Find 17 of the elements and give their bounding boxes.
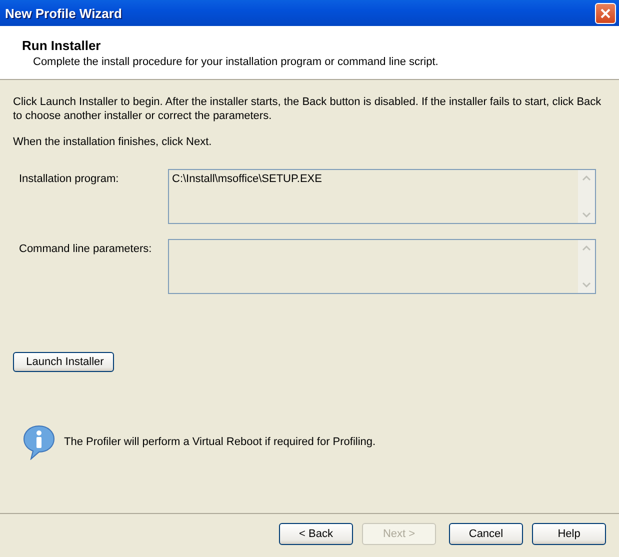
close-icon xyxy=(600,8,611,18)
dialog-button[interactable]: Cancel xyxy=(449,522,523,544)
dialog-button[interactable]: < Back xyxy=(279,522,353,544)
close-button[interactable] xyxy=(595,2,616,24)
field-label: Installation program: xyxy=(19,172,120,187)
dialog-button[interactable]: Help xyxy=(532,522,606,544)
info-text: The Profiler will perform a Virtual Reboot if required for Profiling. xyxy=(64,436,376,448)
window-title: New Profile Wizard xyxy=(5,6,122,20)
text-field[interactable]: C:\Install\msoffice\SETUP.EXE xyxy=(168,169,596,224)
text-field[interactable] xyxy=(168,239,596,294)
instruction-text: Click Launch Installer to begin. After the installer starts, the Back button is disabled. If the installer fails to start, click Back to choose another installer or correct the parameters. xyxy=(13,95,602,123)
info-icon xyxy=(22,424,56,460)
page-subtitle: Complete the install procedure for your installation program or command line script. xyxy=(32,56,440,68)
field-label: Command line parameters: xyxy=(19,242,153,257)
launch-installer-button[interactable]: Launch Installer xyxy=(13,352,114,372)
instruction-text: When the installation finishes, click Next. xyxy=(13,135,213,149)
page-title: Run Installer xyxy=(22,38,102,53)
